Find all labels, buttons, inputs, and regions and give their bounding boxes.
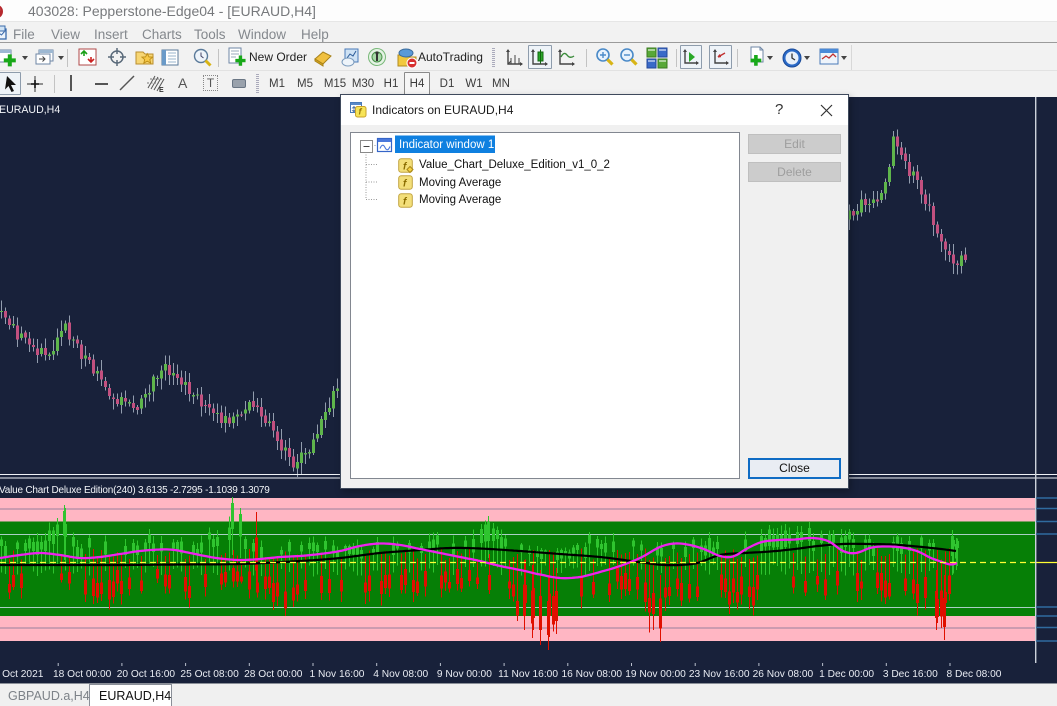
svg-text:E: E <box>159 87 164 93</box>
svg-text:16 Nov 08:00: 16 Nov 08:00 <box>561 669 622 680</box>
svg-text:26 Nov 08:00: 26 Nov 08:00 <box>753 669 814 680</box>
svg-text:1 Dec 00:00: 1 Dec 00:00 <box>819 669 874 680</box>
svg-text:25 Oct 08:00: 25 Oct 08:00 <box>180 669 239 680</box>
svg-text:11 Nov 16:00: 11 Nov 16:00 <box>498 669 558 680</box>
svg-text:9 Nov 00:00: 9 Nov 00:00 <box>437 669 492 680</box>
svg-text:Indicator window 1: Indicator window 1 <box>399 139 494 151</box>
svg-text:3 Dec 16:00: 3 Dec 16:00 <box>883 669 938 680</box>
svg-text:Value Chart Deluxe Edition(240: Value Chart Deluxe Edition(240) 3.6135 -… <box>0 485 270 496</box>
svg-text:8 Oct 2021: 8 Oct 2021 <box>0 669 44 680</box>
svg-text:20 Oct 16:00: 20 Oct 16:00 <box>117 669 176 680</box>
svg-text:8 Dec 08:00: 8 Dec 08:00 <box>947 669 1002 680</box>
svg-text:19 Nov 00:00: 19 Nov 00:00 <box>625 669 686 680</box>
svg-text:18 Oct 00:00: 18 Oct 00:00 <box>53 669 112 680</box>
svg-text:1 Nov 16:00: 1 Nov 16:00 <box>310 669 365 680</box>
svg-text:23 Nov 16:00: 23 Nov 16:00 <box>689 669 750 680</box>
svg-text:28 Oct 00:00: 28 Oct 00:00 <box>244 669 303 680</box>
svg-text:4 Nov 08:00: 4 Nov 08:00 <box>373 669 428 680</box>
svg-text:EURAUD,H4: EURAUD,H4 <box>0 104 60 116</box>
